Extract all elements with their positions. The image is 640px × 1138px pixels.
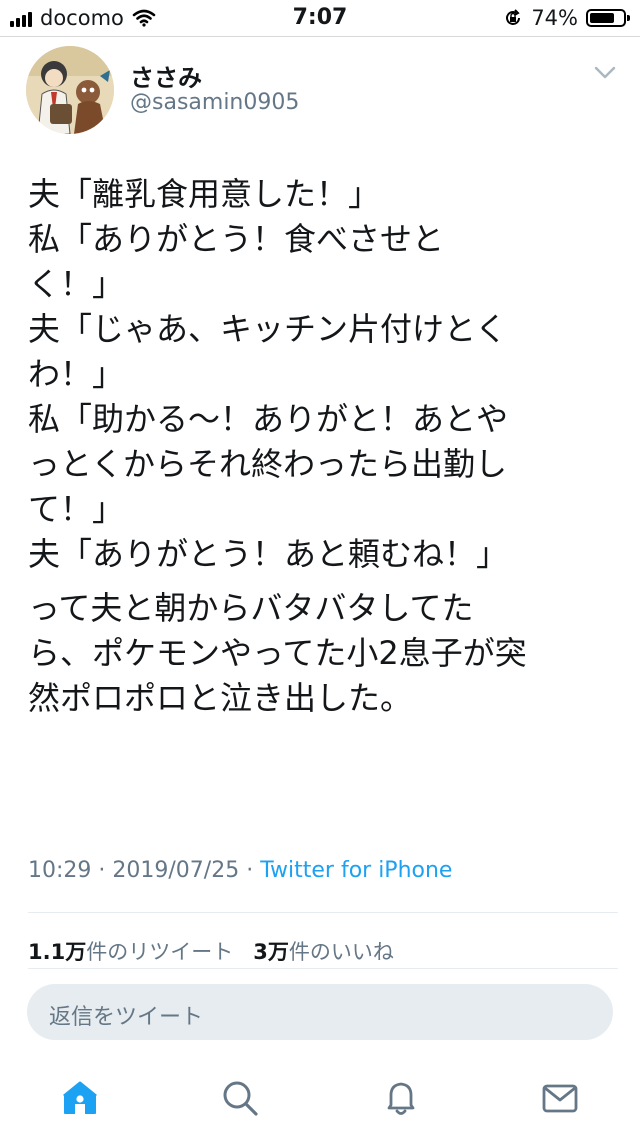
reply-placeholder: 返信をツイート [49,1005,204,1030]
tweet-line: 夫「じゃあ、キッチン片付けとく [28,310,508,348]
messages-icon[interactable] [540,1078,580,1118]
tweet-line: て！」 [28,490,125,528]
tweet-line: く！」 [28,265,125,303]
notifications-icon[interactable] [381,1078,421,1118]
tweet-line: ら、ポケモンやってた小2息子が突 [28,634,527,672]
tweet-paragraph-1: 夫「離乳食用意した！」 私「ありがとう！食べさせと く！」 夫「じゃあ、キッチン… [28,172,618,577]
user-handle[interactable]: @sasamin0905 [130,90,299,115]
tweet-paragraph-2: って夫と朝からバタバタしてた ら、ポケモンやってた小2息子が突 然ポロポロと泣き… [28,586,618,721]
battery-icon [586,9,630,27]
like-count: 3万 [253,940,289,964]
divider [28,968,618,969]
tweet-stats: 1.1万件のリツイート 3万件のいいね [28,936,394,966]
tweet-line: 夫「ありがとう！あと頼むね！」 [28,535,509,573]
search-icon[interactable] [220,1078,260,1118]
tweet-meta: 10:29 · 2019/07/25 · Twitter for iPhone [28,858,452,883]
status-divider [0,36,640,37]
retweet-stat[interactable]: 1.1万件のリツイート [28,940,233,964]
status-bar: docomo 7:07 74% [0,0,640,36]
tab-bar [0,1072,640,1138]
tweet-line: 然ポロポロと泣き出した。 [28,679,413,717]
retweet-label: 件のリツイート [86,940,234,964]
tweet-line: 夫「離乳食用意した！」 [28,175,381,213]
tweet-line: 私「ありがとう！食べさせと [28,220,445,258]
tweet-date: 2019/07/25 [112,858,240,883]
like-stat[interactable]: 3万件のいいね [253,940,394,964]
tweet-line: わ！」 [28,355,125,393]
tweet-line: って夫と朝からバタバタしてた [28,589,474,627]
battery-percent: 74% [531,6,578,30]
reply-input[interactable]: 返信をツイート [27,984,613,1040]
avatar[interactable] [26,46,114,134]
display-name[interactable]: ささみ [130,58,202,93]
battery-fill [590,13,614,23]
tweet-text: 夫「離乳食用意した！」 私「ありがとう！食べさせと く！」 夫「じゃあ、キッチン… [28,172,618,721]
meta-separator: · [246,858,261,883]
status-right: 74% [503,6,630,30]
retweet-count: 1.1万 [28,940,87,964]
orientation-lock-icon [506,9,521,25]
tweet-time: 10:29 [28,858,92,883]
avatar-image [26,46,114,134]
home-icon[interactable] [60,1078,100,1118]
tweet-line: っとくからそれ終わったら出勤し [28,445,508,483]
tweet-line: 私「助かる〜！ありがと！あとや [28,400,509,438]
tweet-source-link[interactable]: Twitter for iPhone [260,858,452,883]
chevron-down-icon[interactable] [594,66,616,80]
like-label: 件のいいね [288,940,394,964]
divider [28,912,618,913]
meta-separator: · [98,858,113,883]
